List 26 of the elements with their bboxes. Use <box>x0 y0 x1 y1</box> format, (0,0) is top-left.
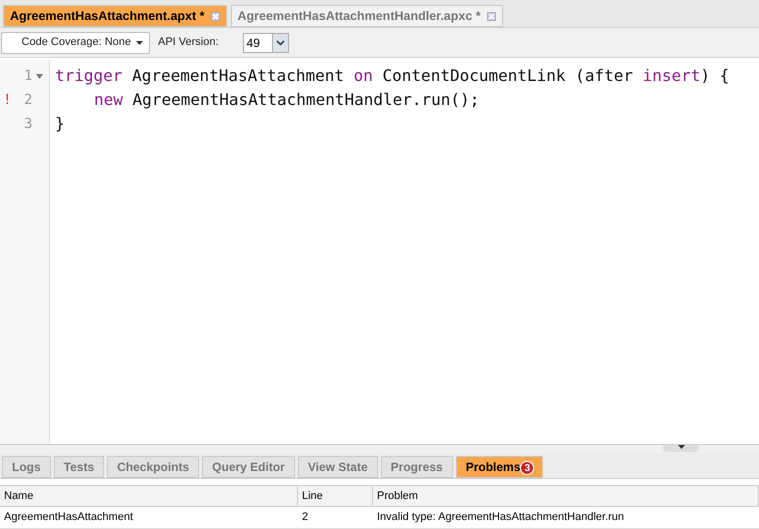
code-coverage-dropdown[interactable]: Code Coverage: None <box>1 32 150 54</box>
column-header[interactable]: Name <box>0 486 298 506</box>
fold-caret-icon[interactable] <box>36 74 44 78</box>
api-version-select[interactable]: 49 <box>242 32 289 52</box>
chevron-down-icon <box>276 40 285 46</box>
table-cell-text: 2 <box>301 510 310 526</box>
code-line: trigger AgreementHasAttachment on ContentDocumentLink (after insert) { <box>55 65 730 87</box>
table-cell-text: Invalid type: AgreementHasAttachmentHandler.run <box>376 510 626 526</box>
close-icon[interactable] <box>210 12 220 20</box>
line-number: 2 <box>24 90 32 110</box>
file-tab[interactable]: AgreementHasAttachment.apxt * <box>3 5 226 27</box>
table-cell-text: AgreementHasAttachment <box>3 510 134 526</box>
column-header[interactable]: Line <box>298 486 373 506</box>
count-badge: 3 <box>520 461 534 475</box>
error-marker: ! <box>3 90 12 110</box>
splitter-handle[interactable] <box>663 445 699 452</box>
file-tab[interactable]: AgreementHasAttachmentHandler.apxc * <box>230 5 503 27</box>
panel-tab[interactable]: Problems 3 <box>456 456 544 478</box>
line-number: 1 <box>24 66 32 86</box>
close-icon[interactable] <box>486 12 496 20</box>
code-line: new AgreementHasAttachmentHandler.run(); <box>93 89 480 111</box>
line-number: 3 <box>24 114 32 134</box>
code-line: } <box>55 113 66 135</box>
api-version-label: API Version: <box>158 35 219 50</box>
column-header[interactable]: Problem <box>373 486 759 506</box>
caret-icon <box>136 40 143 44</box>
